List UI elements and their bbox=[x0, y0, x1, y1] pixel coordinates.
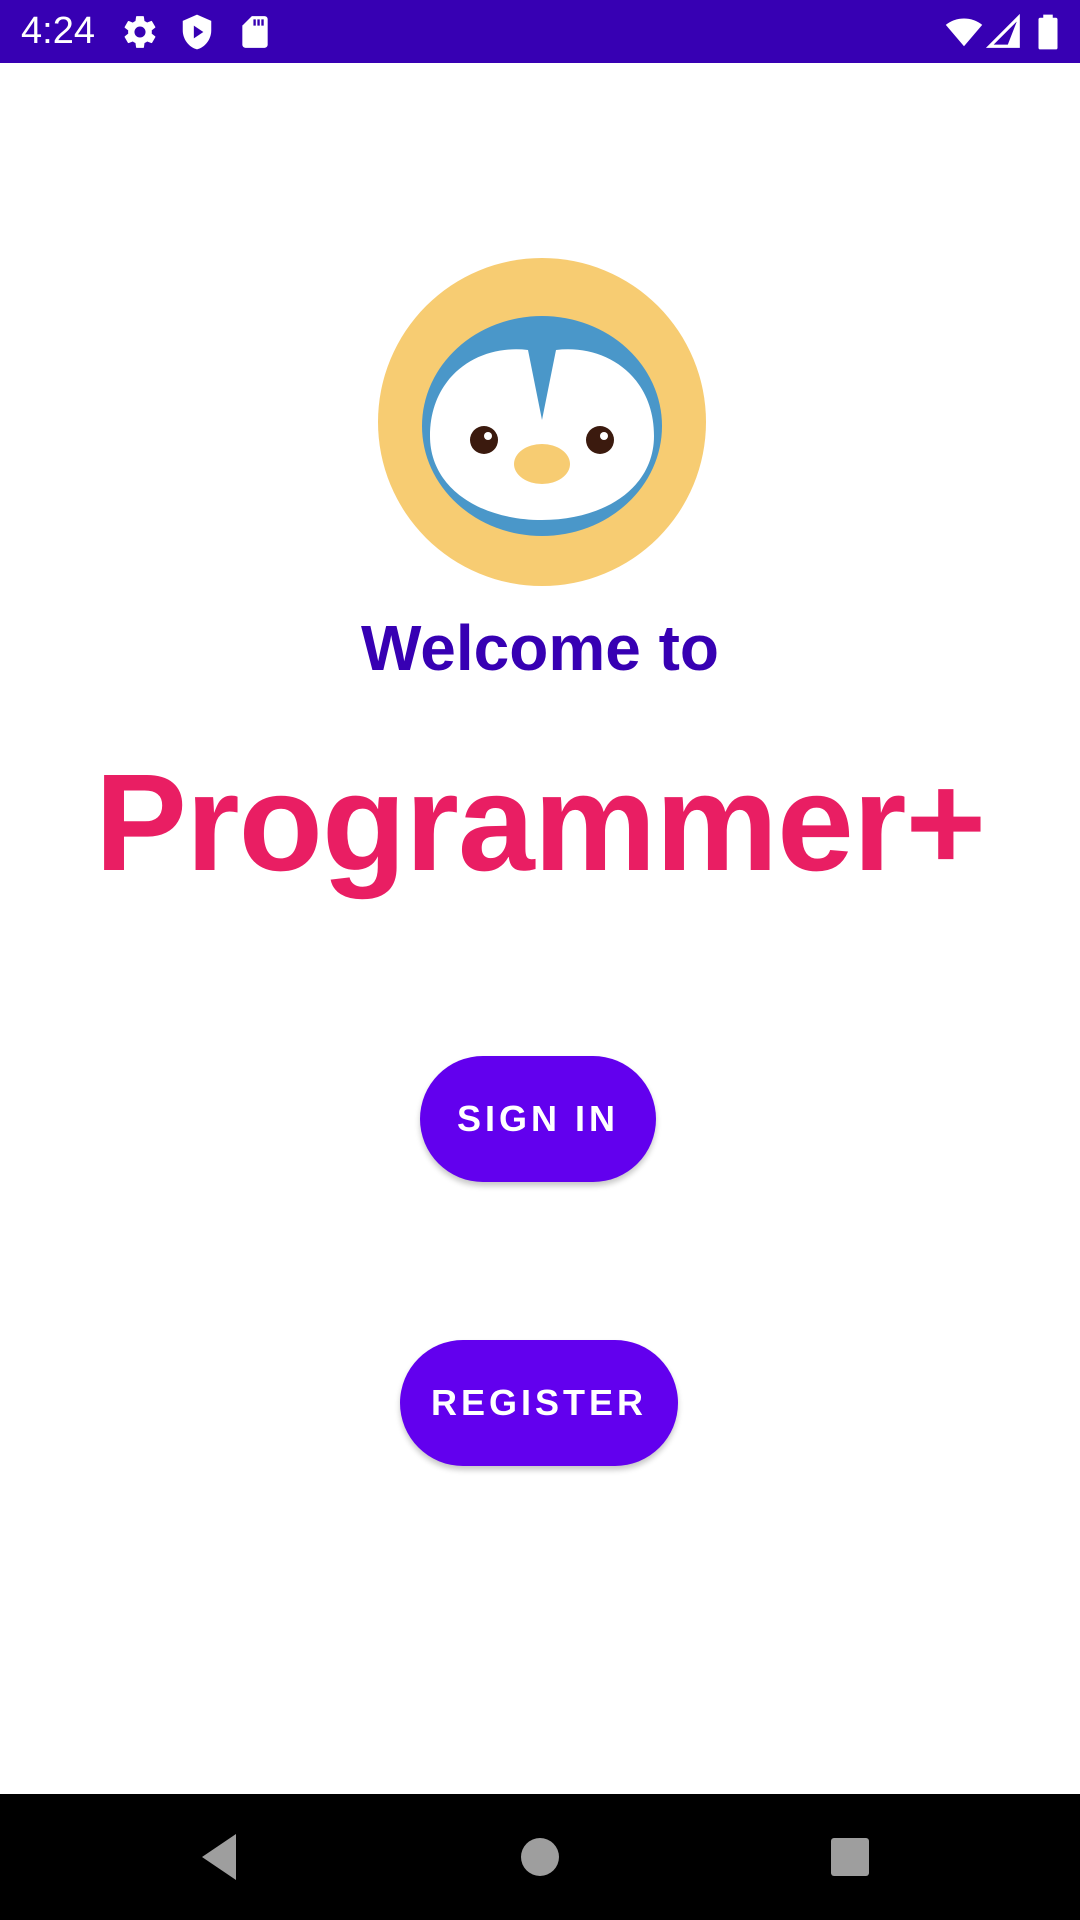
home-icon[interactable] bbox=[507, 1824, 573, 1890]
welcome-heading: Welcome to bbox=[361, 612, 719, 684]
status-bar: 4:24 bbox=[0, 0, 1080, 63]
navigation-bar bbox=[0, 1794, 1080, 1920]
sign-in-button[interactable]: SIGN IN bbox=[420, 1056, 656, 1182]
settings-icon bbox=[121, 13, 159, 51]
welcome-screen: Welcome to Programmer+ SIGN IN REGISTER bbox=[0, 63, 1080, 1794]
app-name-title: Programmer+ bbox=[94, 746, 986, 900]
back-icon[interactable] bbox=[192, 1824, 258, 1890]
cell-signal-icon bbox=[985, 13, 1023, 51]
wifi-icon bbox=[943, 13, 985, 51]
status-time: 4:24 bbox=[21, 10, 95, 52]
register-button[interactable]: REGISTER bbox=[400, 1340, 678, 1466]
sd-card-icon bbox=[236, 13, 274, 51]
recents-icon[interactable] bbox=[817, 1824, 883, 1890]
battery-icon bbox=[1032, 13, 1064, 51]
play-protect-icon bbox=[178, 13, 216, 51]
penguin-logo bbox=[378, 258, 706, 586]
